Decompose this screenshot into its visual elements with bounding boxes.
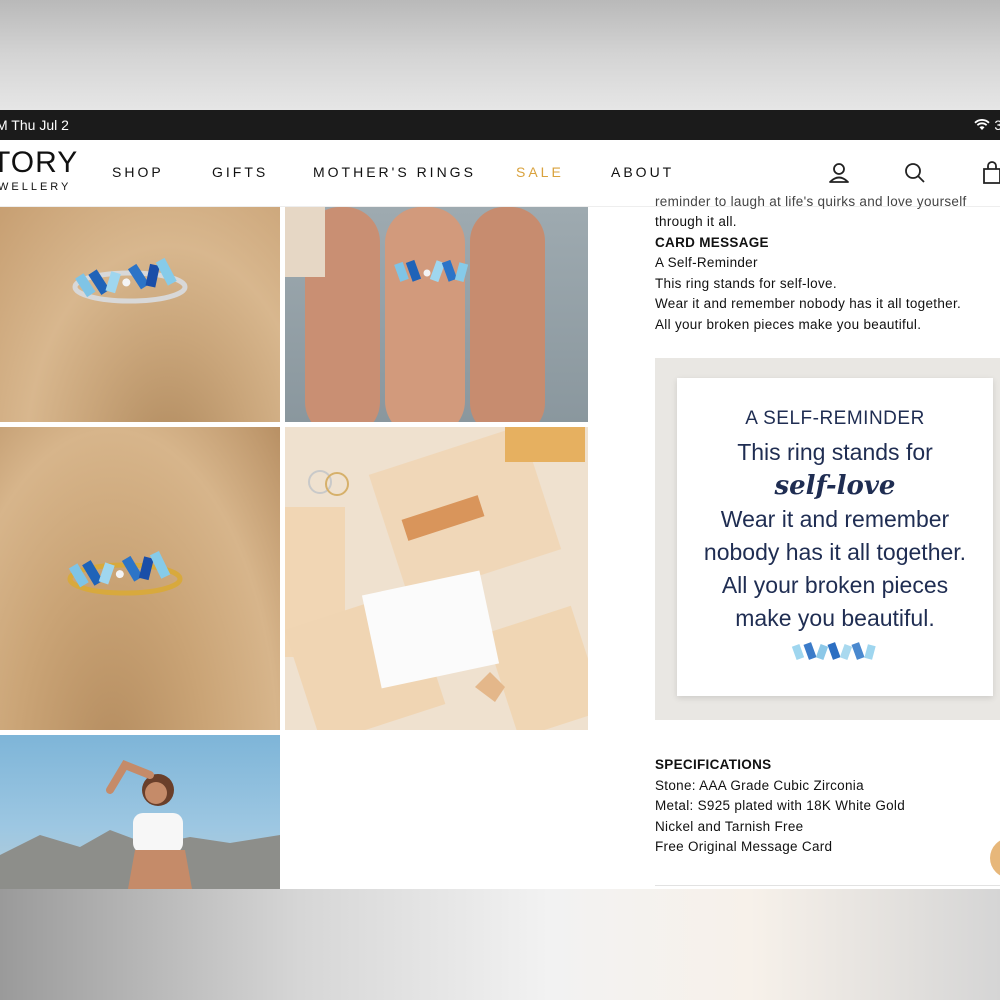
store-logo[interactable]: TORY WELLERY [0, 146, 78, 194]
product-photo-ring-sand-silver[interactable] [0, 207, 280, 422]
nav-gifts[interactable]: GIFTS [212, 164, 268, 180]
nav-shop[interactable]: SHOP [112, 164, 164, 180]
account-icon[interactable] [826, 160, 852, 186]
search-icon[interactable] [902, 160, 928, 186]
card-line: make you beautiful. [735, 605, 935, 631]
card-line: All your broken pieces [721, 572, 949, 598]
logo-subtitle: WELLERY [0, 181, 72, 193]
divider [655, 885, 1000, 886]
nav-about[interactable]: ABOUT [611, 164, 674, 180]
battery-percent: 38 [994, 117, 1000, 133]
message-card: A SELF-REMINDER This ring stands for sel… [677, 378, 993, 696]
card-heading: A SELF-REMINDER [745, 408, 925, 429]
product-photo-ring-sand-gold[interactable] [0, 427, 280, 730]
card-message-line: A Self-Reminder [655, 255, 758, 270]
card-message-line: All your broken pieces make you beautifu… [655, 317, 922, 332]
card-line: This ring stands for [737, 439, 933, 465]
desc-partial-line-2: through it all. [655, 214, 737, 229]
ring-gold-illustration [67, 550, 183, 596]
gift-boxes-illustration [285, 427, 588, 730]
card-script-line: self-love [774, 471, 896, 501]
card-line: nobody has it all together. [703, 539, 967, 565]
nav-sale[interactable]: SALE [516, 164, 564, 180]
specs-heading: SPECIFICATIONS [655, 757, 772, 772]
status-time: M Thu Jul 2 [0, 117, 69, 133]
product-photo-model-outdoors[interactable] [0, 735, 280, 889]
card-line: Wear it and remember [720, 506, 950, 532]
desc-partial-line-1: reminder to laugh at life's quirks and l… [655, 194, 967, 209]
spec-metal: Metal: S925 plated with 18K White Gold [655, 798, 906, 813]
tablet-screen: M Thu Jul 2 38 TORY WELLERY SHOP GIFTS M… [0, 110, 1000, 889]
message-card-image[interactable]: A SELF-REMINDER This ring stands for sel… [655, 358, 1000, 720]
card-message-heading: CARD MESSAGE [655, 235, 769, 250]
logo-wordmark: TORY [0, 146, 79, 179]
product-photo-gift-boxes[interactable] [285, 427, 588, 730]
status-bar: M Thu Jul 2 38 [0, 110, 1000, 140]
top-blur-background [0, 0, 1000, 110]
product-photo-ring-on-hand[interactable] [285, 207, 588, 422]
ring-motif-icon [791, 642, 876, 660]
spec-nickel: Nickel and Tarnish Free [655, 818, 804, 834]
bottom-blur-background [0, 889, 1000, 1000]
spec-stone: Stone: AAA Grade Cubic Zirconia [655, 777, 864, 793]
hand-illustration [285, 207, 545, 422]
spec-card: Free Original Message Card [655, 839, 833, 854]
wifi-icon [974, 119, 991, 130]
cart-icon[interactable] [980, 160, 1000, 186]
status-right: 38 [974, 110, 1000, 140]
card-message-line: This ring stands for self-love. [655, 276, 837, 291]
model-illustration [0, 760, 280, 889]
ring-silver-illustration [72, 257, 188, 304]
card-message-line: Wear it and remember nobody has it all t… [655, 296, 962, 311]
nav-mothers-rings[interactable]: MOTHER'S RINGS [313, 164, 476, 180]
specifications: SPECIFICATIONS Stone: AAA Grade Cubic Zi… [655, 755, 1000, 858]
